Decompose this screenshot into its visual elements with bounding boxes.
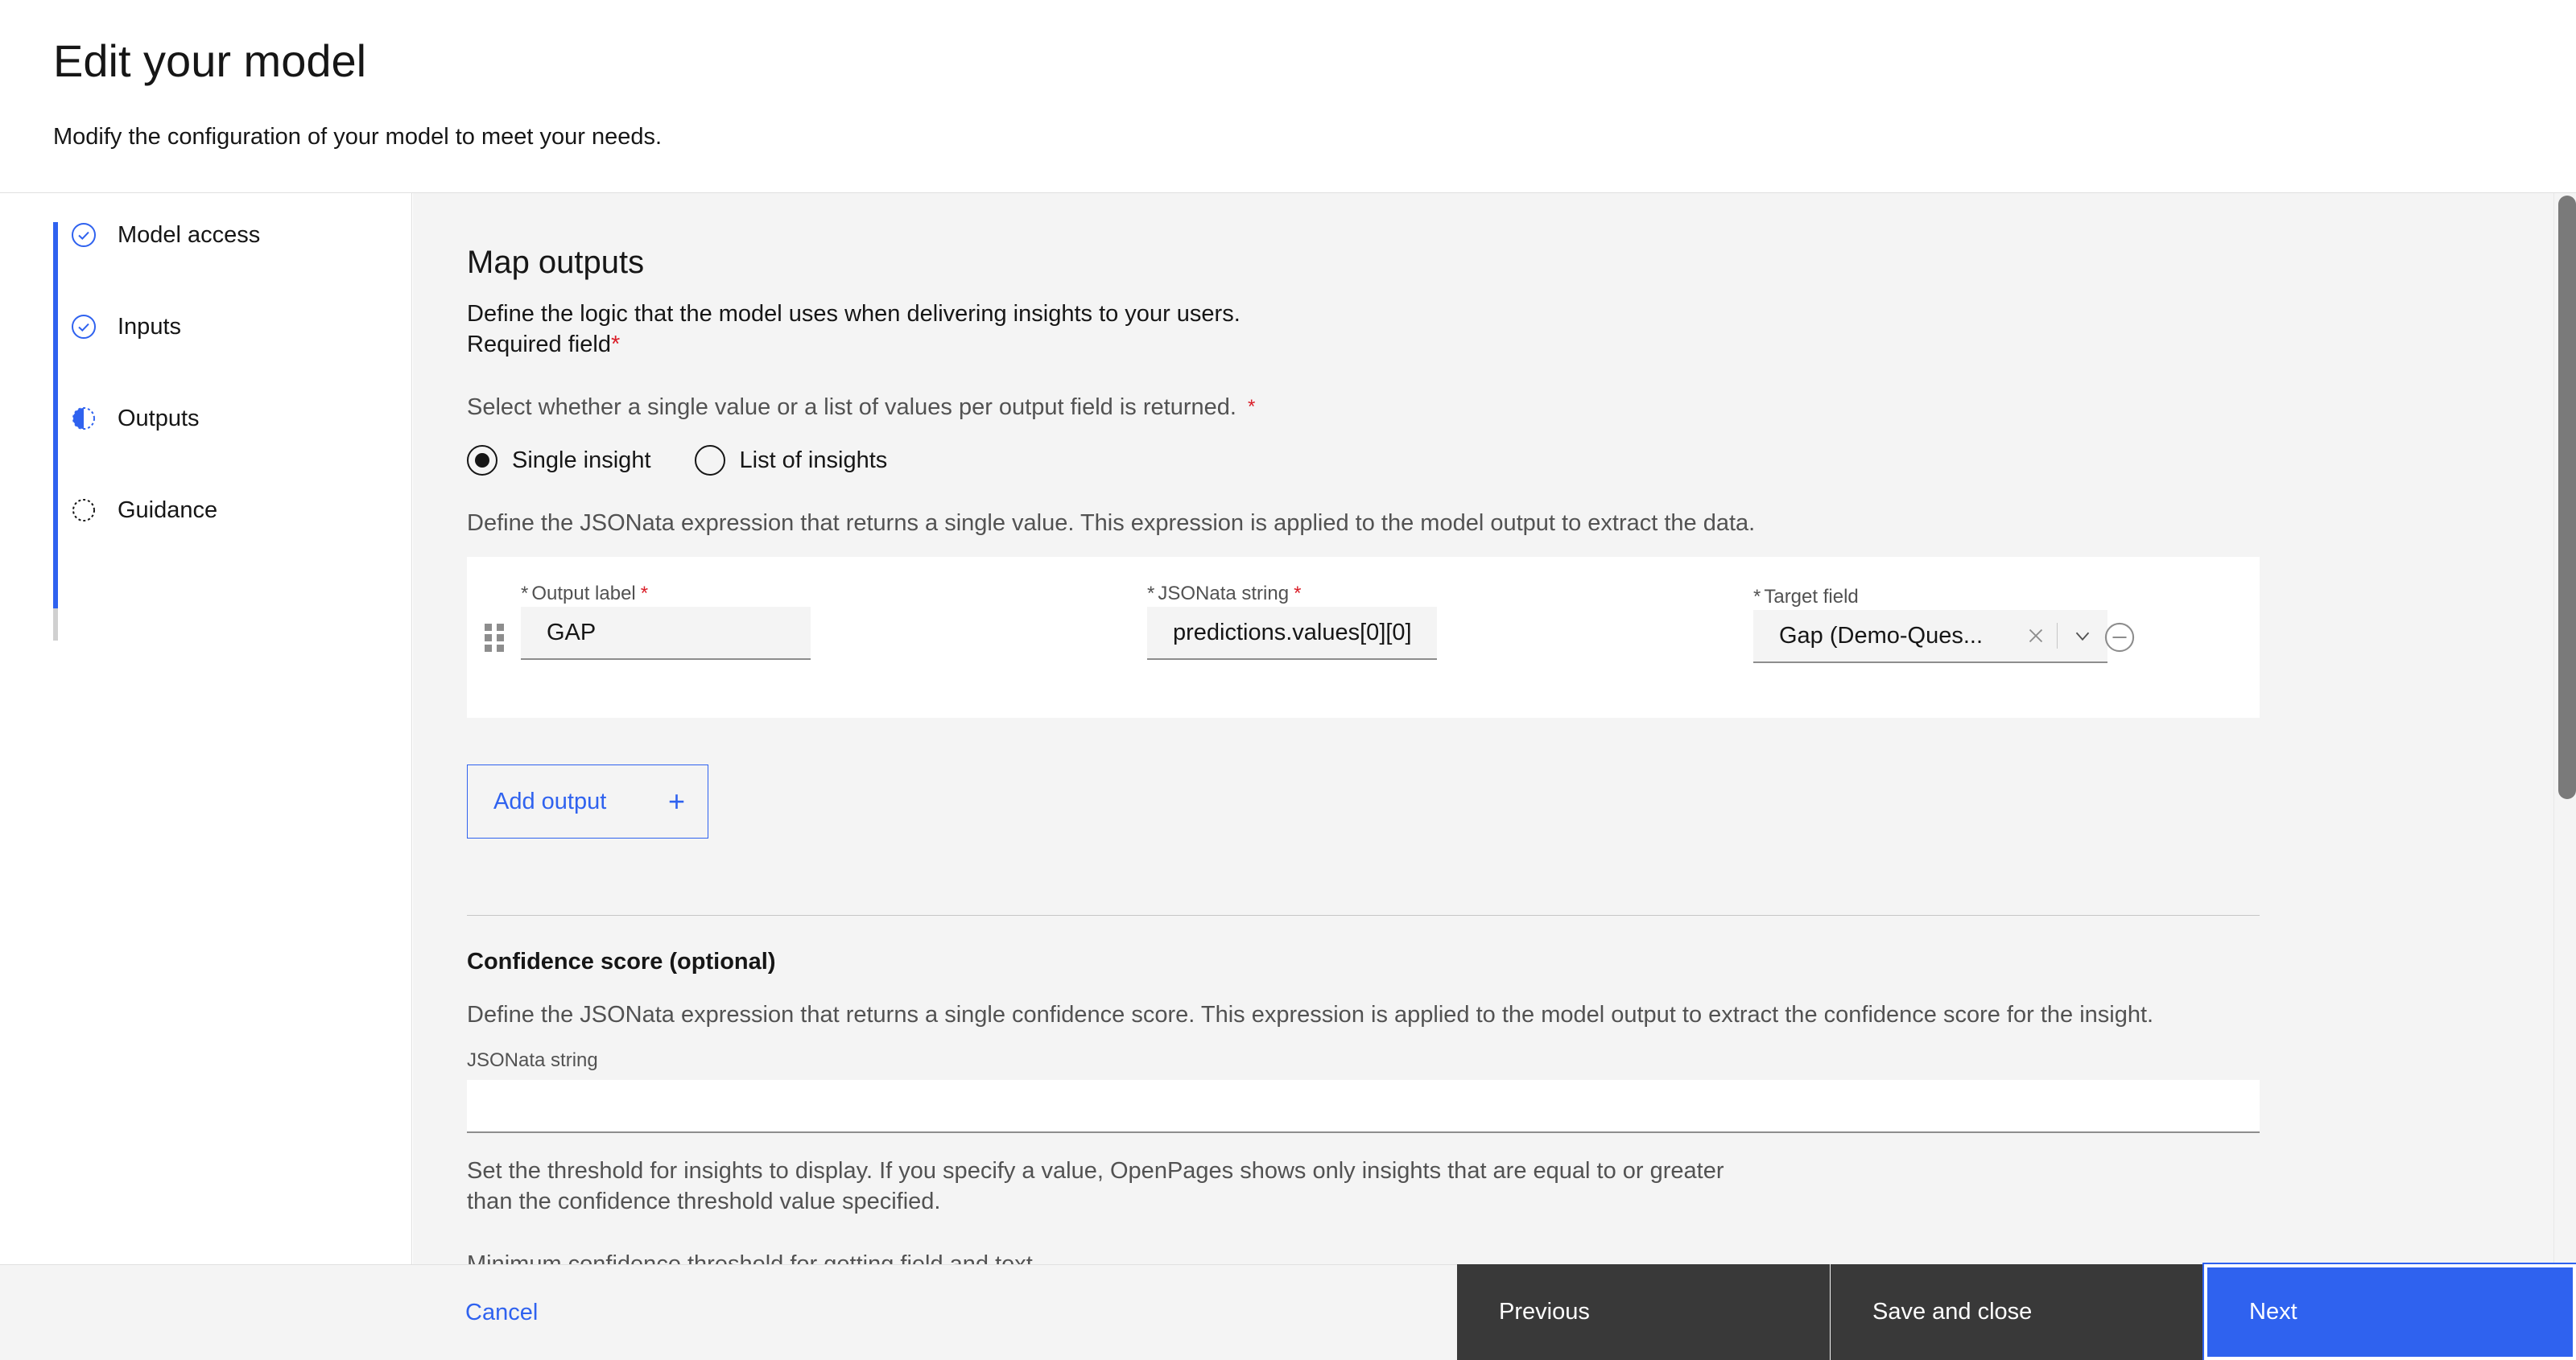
threshold-description-line1: Set the threshold for insights to displa… <box>467 1158 1724 1184</box>
sidebar-item-model-access[interactable]: Model access <box>53 211 391 259</box>
dashed-circle-icon <box>71 497 97 523</box>
vertical-scrollbar-track[interactable] <box>2553 193 2576 1264</box>
confidence-jsonata-label: JSONata string <box>467 1049 598 1071</box>
confidence-score-title: Confidence score (optional) <box>467 949 776 975</box>
required-asterisk: * <box>1294 583 1302 604</box>
wizard-footer: Cancel Previous Save and close Next <box>0 1263 2576 1360</box>
sidebar-item-outputs[interactable]: Outputs <box>53 394 391 443</box>
drag-handle-icon[interactable] <box>485 624 504 652</box>
sidebar-item-inputs[interactable]: Inputs <box>53 303 391 351</box>
next-button[interactable]: Next <box>2202 1263 2576 1360</box>
radio-label: List of insights <box>739 447 888 473</box>
main-content-panel: Map outputs Define the logic that the mo… <box>413 193 2576 1264</box>
jsonata-string-input[interactable] <box>1147 607 1437 660</box>
target-field-value: Gap (Demo-Ques... <box>1779 622 1984 649</box>
threshold-description: Set the threshold for insights to displa… <box>467 1156 1835 1217</box>
add-output-button[interactable]: Add output + <box>467 764 708 839</box>
section-description: Define the logic that the model uses whe… <box>467 301 1241 327</box>
target-field-label: * Target field <box>1753 584 2003 610</box>
progress-sidebar: Model access Inputs Outputs Guidance <box>0 193 412 1264</box>
radio-label: Single insight <box>512 447 651 473</box>
previous-button[interactable]: Previous <box>1457 1264 1831 1360</box>
required-field-text: Required field <box>467 332 611 357</box>
target-field-combobox[interactable]: Gap (Demo-Ques... <box>1753 610 2107 663</box>
sidebar-item-label: Inputs <box>118 314 181 340</box>
check-circle-icon <box>71 222 97 248</box>
sidebar-item-label: Outputs <box>118 406 200 431</box>
page-header: Edit your model Modify the configuration… <box>0 0 2576 193</box>
section-title: Map outputs <box>467 245 645 280</box>
save-and-close-button[interactable]: Save and close <box>1831 1264 2204 1360</box>
radio-list-of-insights[interactable]: List of insights <box>694 444 888 476</box>
required-asterisk: * <box>1247 396 1256 418</box>
confidence-jsonata-input[interactable] <box>467 1080 2260 1133</box>
half-circle-icon <box>71 406 97 431</box>
insight-mode-description-text: Select whether a single value or a list … <box>467 394 1236 420</box>
output-label-field-group: * Output label * <box>521 581 811 660</box>
subtract-circle-icon[interactable] <box>2099 616 2140 658</box>
section-divider <box>467 915 2260 916</box>
target-field-group: * Target field Gap (Demo-Ques... <box>1753 584 2107 663</box>
add-output-label: Add output <box>493 789 607 814</box>
cancel-button[interactable]: Cancel <box>465 1296 538 1329</box>
field-label-text: JSONata string <box>1158 583 1290 604</box>
close-icon[interactable] <box>2015 609 2057 662</box>
page-subtitle: Modify the configuration of your model t… <box>53 124 663 150</box>
sidebar-item-label: Model access <box>118 222 261 248</box>
required-asterisk: * <box>521 583 529 604</box>
confidence-score-description: Define the JSONata expression that retur… <box>467 1002 2154 1028</box>
required-field-note: Required field* <box>467 328 620 361</box>
check-circle-icon <box>71 314 97 340</box>
required-asterisk: * <box>610 332 621 357</box>
vertical-scrollbar-thumb[interactable] <box>2558 196 2576 799</box>
threshold-description-line2: than the confidence threshold value spec… <box>467 1189 941 1214</box>
jsonata-string-field-group: * JSONata string * <box>1147 581 1437 660</box>
insight-mode-radio-group: Single insight List of insights <box>467 444 931 476</box>
required-asterisk: * <box>1753 586 1761 608</box>
radio-unselected-icon <box>694 445 725 476</box>
output-label-input[interactable] <box>521 607 811 660</box>
output-label-label: * Output label * <box>521 581 811 607</box>
page-title: Edit your model <box>53 35 367 86</box>
required-asterisk: * <box>640 583 649 604</box>
jsonata-string-label: * JSONata string * <box>1147 581 1437 607</box>
sidebar-item-label: Guidance <box>118 497 218 523</box>
app-window: Edit your model Modify the configuration… <box>0 0 2576 1360</box>
jsonata-description: Define the JSONata expression that retur… <box>467 510 1756 536</box>
sidebar-item-guidance[interactable]: Guidance <box>53 486 391 534</box>
radio-single-insight[interactable]: Single insight <box>467 444 651 476</box>
output-row-card: *Output label* *JSONata string* *Target … <box>467 557 2260 718</box>
footer-left-area: Cancel <box>0 1264 1457 1360</box>
insight-mode-description: Select whether a single value or a list … <box>467 391 1255 423</box>
required-asterisk: * <box>1147 583 1155 604</box>
field-label-text: Output label <box>531 583 636 604</box>
clipped-threshold-label: Minimum confidence threshold for getting… <box>467 1251 1033 1264</box>
field-label-text: Target field <box>1764 586 1859 608</box>
radio-selected-icon <box>467 445 497 476</box>
plus-icon: + <box>667 785 685 818</box>
